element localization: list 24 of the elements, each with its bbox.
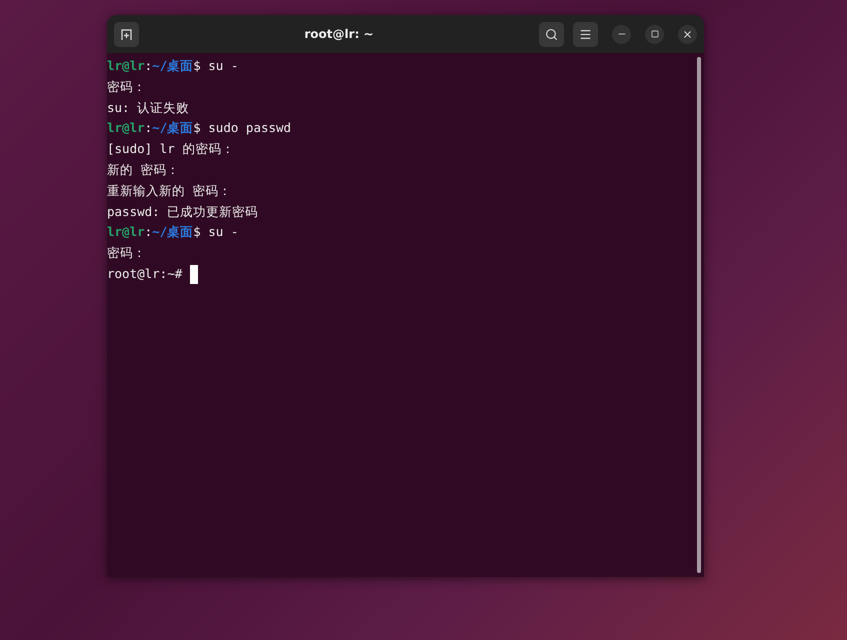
- prompt-line: lr@lr:~/桌面$ su -: [107, 57, 240, 75]
- output-line: 重新输入新的 密码：: [107, 182, 233, 200]
- output-line: 新的 密码：: [107, 160, 181, 179]
- prompt-line: lr@lr:~/桌面$ su -: [107, 223, 240, 242]
- output-line: passwd: 已成功更新密码: [107, 202, 260, 221]
- search-button[interactable]: [539, 22, 564, 46]
- close-icon: [682, 28, 693, 40]
- maximize-icon: [650, 30, 658, 38]
- maximize-button[interactable]: [645, 24, 664, 44]
- menu-button[interactable]: [573, 22, 598, 46]
- output-line: su: 认证失败: [107, 98, 190, 117]
- new-tab-button[interactable]: [114, 22, 139, 46]
- text-cursor: [190, 265, 198, 284]
- new-tab-icon: [120, 28, 133, 40]
- output-line: 密码：: [107, 78, 147, 96]
- menu-icon: [579, 28, 592, 40]
- close-button[interactable]: [678, 24, 697, 44]
- output-line: 密码：: [107, 244, 147, 262]
- root-prompt: root@lr:~#: [107, 266, 182, 281]
- output-line: [sudo] lr 的密码：: [107, 140, 236, 158]
- window-title: root@lr: ~: [303, 27, 375, 41]
- scrollbar[interactable]: [697, 57, 701, 573]
- search-icon: [545, 28, 558, 40]
- prompt-line: lr@lr:~/桌面$ sudo passwd: [107, 119, 292, 138]
